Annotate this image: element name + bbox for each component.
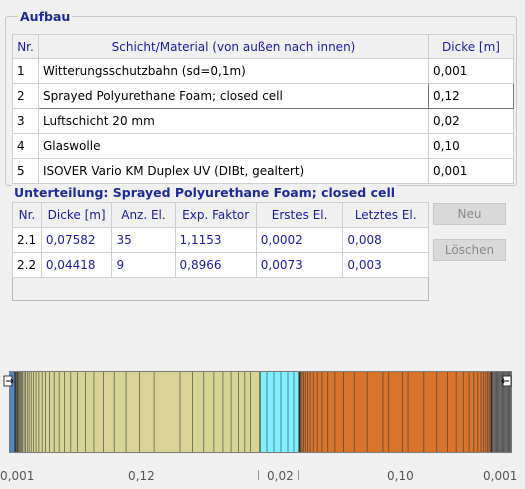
col-exp-header[interactable]: Exp. Faktor xyxy=(174,202,257,228)
layer-dicke[interactable]: 0,001 xyxy=(428,158,514,184)
left-resize-handle-icon[interactable] xyxy=(3,374,15,388)
layer-separator-mark xyxy=(298,470,299,480)
col-letztes-header[interactable]: Letztes El. xyxy=(342,202,429,228)
layer-nr: 5 xyxy=(12,158,39,184)
thickness-label-2: 0,12 xyxy=(128,469,155,483)
layer-material[interactable]: Witterungsschutzbahn (sd=0,1m) xyxy=(38,58,429,84)
col-material-header[interactable]: Schicht/Material (von außen nach innen) xyxy=(38,34,429,59)
layer-row-2[interactable]: 2 Sprayed Polyurethane Foam; closed cell… xyxy=(12,83,514,109)
col-erstes-header[interactable]: Erstes El. xyxy=(255,202,344,228)
unterteilung-table: Nr. Dicke [m] Anz. El. Exp. Faktor Erste… xyxy=(12,202,429,278)
layer-material[interactable]: Sprayed Polyurethane Foam; closed cell xyxy=(38,83,429,109)
layer-nr: 2 xyxy=(12,83,39,109)
layer-bar-svg xyxy=(9,371,513,453)
layer-dicke[interactable]: 0,12 xyxy=(428,83,514,109)
thickness-label-3: 0,02 xyxy=(267,469,294,483)
unterteilung-title: Unterteilung: Sprayed Polyurethane Foam;… xyxy=(12,185,398,200)
layer-dicke[interactable]: 0,02 xyxy=(428,108,514,134)
layer-nr: 3 xyxy=(12,108,39,134)
sub-nr: 2.2 xyxy=(12,252,42,278)
subdivision-row-2[interactable]: 2.2 0,04418 9 0,8966 0,0073 0,003 xyxy=(12,252,429,278)
layer-row-3[interactable]: 3 Luftschicht 20 mm 0,02 xyxy=(12,108,514,134)
layer-row-5[interactable]: 5 ISOVER Vario KM Duplex UV (DIBt, gealt… xyxy=(12,158,514,184)
subdivision-row-1[interactable]: 2.1 0,07582 35 1,1153 0,0002 0,008 xyxy=(12,227,429,253)
col-dicke-header[interactable]: Dicke [m] xyxy=(428,34,514,59)
thickness-label-4: 0,10 xyxy=(387,469,414,483)
col-anz-header[interactable]: Anz. El. xyxy=(111,202,176,228)
sub-nr: 2.1 xyxy=(12,227,42,253)
layer-nr: 4 xyxy=(12,133,39,159)
sub-dicke[interactable]: 0,04418 xyxy=(40,252,113,278)
sub-exp[interactable]: 0,8966 xyxy=(174,252,257,278)
sub-erstes[interactable]: 0,0002 xyxy=(255,227,344,253)
layer-material[interactable]: ISOVER Vario KM Duplex UV (DIBt, gealter… xyxy=(38,158,429,184)
layer-dicke[interactable]: 0,001 xyxy=(428,58,514,84)
sub-exp[interactable]: 1,1153 xyxy=(174,227,257,253)
layer-dicke[interactable]: 0,10 xyxy=(428,133,514,159)
sub-erstes[interactable]: 0,0073 xyxy=(255,252,344,278)
neu-button[interactable]: Neu xyxy=(433,203,506,225)
sub-anz[interactable]: 35 xyxy=(111,227,176,253)
loeschen-button[interactable]: Löschen xyxy=(433,239,506,261)
layer-row-1[interactable]: 1 Witterungsschutzbahn (sd=0,1m) 0,001 xyxy=(12,58,514,84)
right-resize-handle-icon[interactable] xyxy=(500,374,512,388)
sub-dicke[interactable]: 0,07582 xyxy=(40,227,113,253)
sub-letztes[interactable]: 0,008 xyxy=(342,227,429,253)
thickness-label-1: 0,001 xyxy=(0,469,35,483)
air-layer xyxy=(260,371,299,453)
aufbau-table: Nr. Schicht/Material (von außen nach inn… xyxy=(12,34,514,184)
layer-nr: 1 xyxy=(12,58,39,84)
sub-letztes[interactable]: 0,003 xyxy=(342,252,429,278)
layer-separator-mark xyxy=(258,470,259,480)
col-dicke-header[interactable]: Dicke [m] xyxy=(40,202,113,228)
layer-bar xyxy=(9,371,513,453)
foam-layer xyxy=(15,371,260,453)
aufbau-title: Aufbau xyxy=(18,9,73,24)
layer-material[interactable]: Glaswolle xyxy=(38,133,429,159)
layer-material[interactable]: Luftschicht 20 mm xyxy=(38,108,429,134)
col-nr-header[interactable]: Nr. xyxy=(12,202,42,228)
thickness-label-5: 0,001 xyxy=(483,469,518,483)
col-nr-header[interactable]: Nr. xyxy=(12,34,39,59)
sub-anz[interactable]: 9 xyxy=(111,252,176,278)
layer-row-4[interactable]: 4 Glaswolle 0,10 xyxy=(12,133,514,159)
